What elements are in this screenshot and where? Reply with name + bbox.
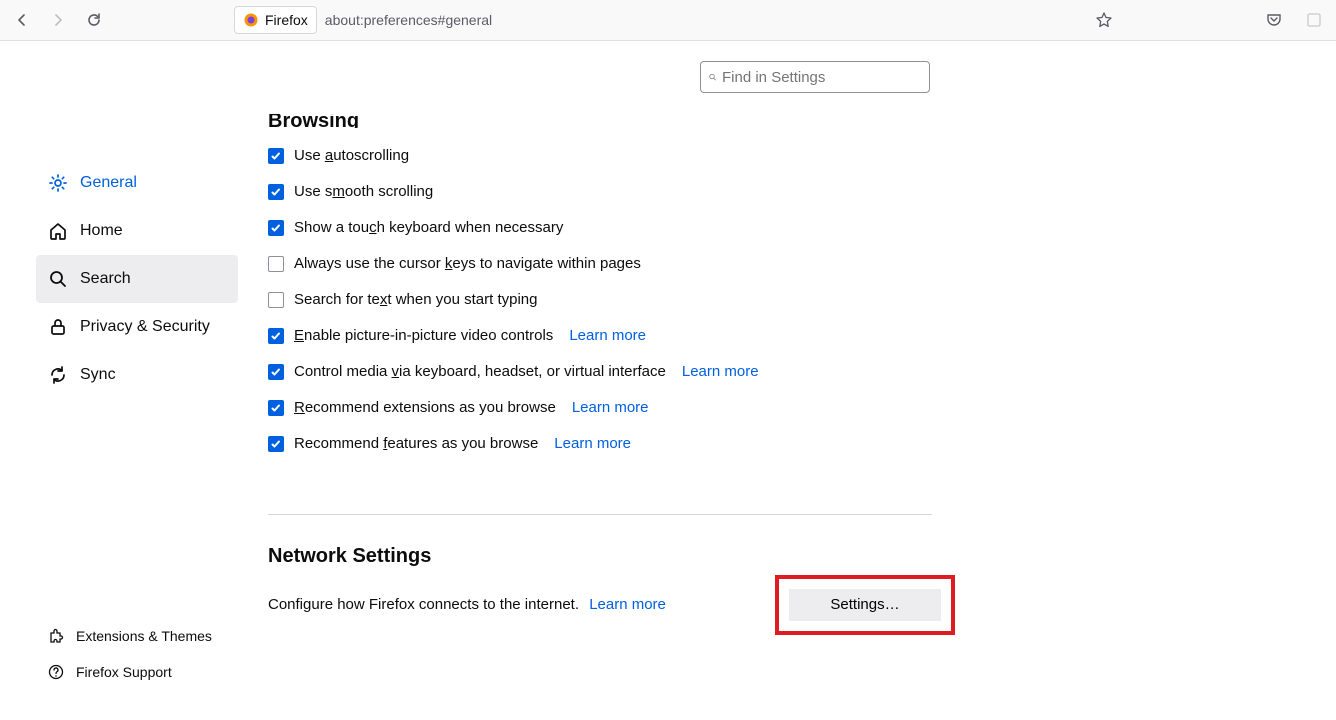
network-settings-desc: Configure how Firefox connects to the in…: [268, 596, 666, 613]
firefox-icon: [243, 12, 259, 28]
learn-more-link[interactable]: Learn more: [589, 596, 666, 613]
learn-more-link[interactable]: Learn more: [572, 399, 649, 416]
checkbox-row: Use autoscrolling: [268, 147, 932, 164]
sidebar-item-label: Privacy & Security: [80, 318, 210, 336]
gear-icon: [48, 173, 68, 193]
identity-label: Firefox: [265, 12, 308, 28]
sidebar-item-label: General: [80, 174, 137, 192]
search-icon: [48, 269, 68, 289]
sidebar-item-general[interactable]: General: [36, 159, 238, 207]
help-icon: [48, 664, 64, 680]
checkbox[interactable]: [268, 148, 284, 164]
search-icon: [709, 70, 716, 84]
sidebar-item-label: Home: [80, 222, 123, 240]
identity-pill[interactable]: Firefox: [234, 6, 317, 34]
sidebar-nav: General Home Search Privacy & Security: [36, 159, 238, 399]
content-area: Browsing Use autoscrolling Use smooth scr…: [268, 117, 932, 613]
url-text: about:preferences#general: [325, 12, 492, 28]
link-firefox-support[interactable]: Firefox Support: [48, 664, 212, 680]
preferences-main: Browsing Use autoscrolling Use smooth scr…: [268, 41, 1336, 720]
checkbox-row: Control media via keyboard, headset, or …: [268, 363, 932, 380]
learn-more-link[interactable]: Learn more: [554, 435, 631, 452]
address-bar[interactable]: Firefox about:preferences#general: [226, 4, 1082, 36]
checkbox[interactable]: [268, 436, 284, 452]
back-button[interactable]: [8, 6, 36, 34]
preferences-page: General Home Search Privacy & Security: [0, 41, 1336, 720]
learn-more-link[interactable]: Learn more: [682, 363, 759, 380]
sync-icon: [48, 365, 68, 385]
checkbox-row: Show a touch keyboard when necessary: [268, 219, 932, 236]
learn-more-link[interactable]: Learn more: [569, 327, 646, 344]
checkbox-row: Enable picture-in-picture video controls…: [268, 327, 932, 344]
sidebar-item-privacy[interactable]: Privacy & Security: [36, 303, 238, 351]
checkbox[interactable]: [268, 220, 284, 236]
checkbox-row: Recommend extensions as you browse Learn …: [268, 399, 932, 416]
section-divider: [268, 514, 932, 515]
sidebar-bottom-links: Extensions & Themes Firefox Support: [48, 628, 212, 680]
checkbox[interactable]: [268, 364, 284, 380]
link-extensions-themes[interactable]: Extensions & Themes: [48, 628, 212, 644]
checkbox[interactable]: [268, 256, 284, 272]
sidebar-area: General Home Search Privacy & Security: [0, 41, 268, 720]
checkbox-label[interactable]: Recommend extensions as you browse: [294, 399, 556, 416]
sidebar-item-sync[interactable]: Sync: [36, 351, 238, 399]
browser-toolbar: Firefox about:preferences#general: [0, 0, 1336, 41]
checkbox-label[interactable]: Control media via keyboard, headset, or …: [294, 363, 666, 380]
app-menu-icon[interactable]: [1300, 6, 1328, 34]
checkbox-row: Always use the cursor keys to navigate w…: [268, 255, 932, 272]
find-in-settings[interactable]: [700, 61, 930, 93]
network-settings-button[interactable]: Settings…: [789, 589, 941, 621]
browsing-checkbox-list: Use autoscrolling Use smooth scrolling Sho…: [268, 147, 932, 452]
checkbox-row: Use smooth scrolling: [268, 183, 932, 200]
checkbox-label[interactable]: Use autoscrolling: [294, 147, 409, 164]
checkbox-label[interactable]: Use smooth scrolling: [294, 183, 433, 200]
sidebar-item-label: Sync: [80, 366, 116, 384]
checkbox[interactable]: [268, 292, 284, 308]
bottom-link-label: Extensions & Themes: [76, 628, 212, 644]
checkbox-label[interactable]: Show a touch keyboard when necessary: [294, 219, 563, 236]
checkbox[interactable]: [268, 184, 284, 200]
checkbox[interactable]: [268, 328, 284, 344]
lock-icon: [48, 317, 68, 337]
pocket-icon[interactable]: [1260, 6, 1288, 34]
sidebar-item-label: Search: [80, 270, 131, 288]
puzzle-icon: [48, 628, 64, 644]
network-settings-heading: Network Settings: [268, 545, 932, 568]
sidebar-item-home[interactable]: Home: [36, 207, 238, 255]
sidebar-item-search[interactable]: Search: [36, 255, 238, 303]
find-in-settings-input[interactable]: [722, 69, 921, 86]
checkbox-label[interactable]: Recommend features as you browse: [294, 435, 538, 452]
checkbox-label[interactable]: Search for text when you start typing: [294, 291, 537, 308]
checkbox-label[interactable]: Always use the cursor keys to navigate w…: [294, 255, 641, 272]
browsing-heading: Browsing: [268, 114, 932, 128]
checkbox[interactable]: [268, 400, 284, 416]
reload-button[interactable]: [80, 6, 108, 34]
bottom-link-label: Firefox Support: [76, 664, 172, 680]
forward-button[interactable]: [44, 6, 72, 34]
settings-button-highlight: Settings…: [775, 575, 955, 635]
home-icon: [48, 221, 68, 241]
checkbox-label[interactable]: Enable picture-in-picture video controls: [294, 327, 553, 344]
checkbox-row: Search for text when you start typing: [268, 291, 932, 308]
checkbox-row: Recommend features as you browse Learn mo…: [268, 435, 932, 452]
network-settings-row: Configure how Firefox connects to the in…: [268, 596, 932, 613]
bookmark-star-icon[interactable]: [1090, 6, 1118, 34]
